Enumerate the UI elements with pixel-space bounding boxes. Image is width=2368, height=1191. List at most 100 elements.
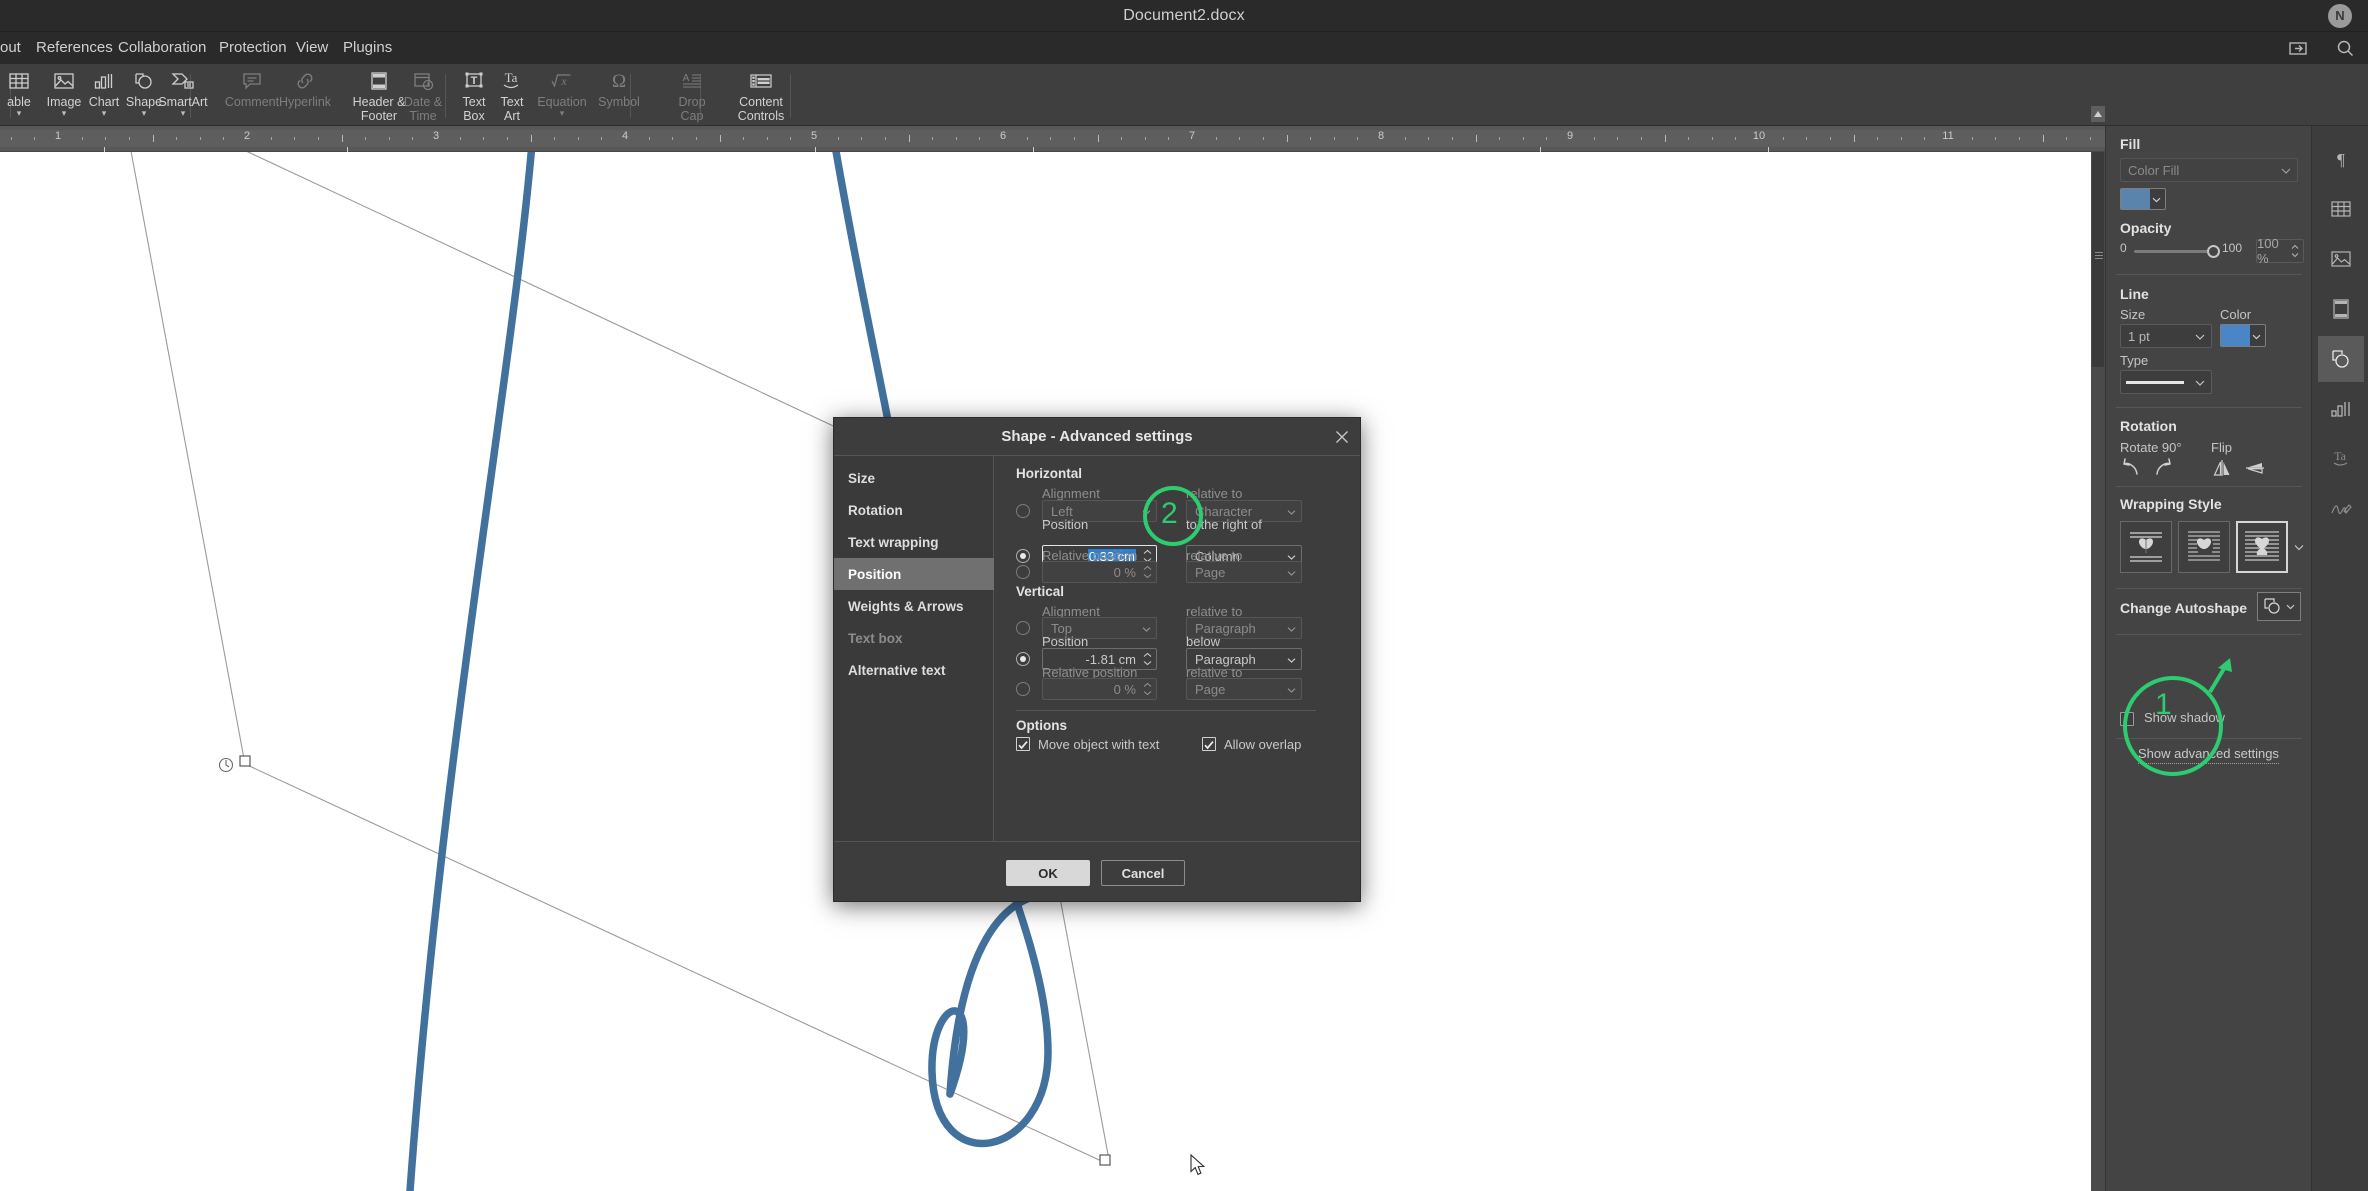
ruler-tick — [554, 137, 555, 140]
open-file-location-icon[interactable] — [2286, 36, 2312, 60]
ruler-tick — [909, 135, 910, 142]
ruler-tick — [578, 137, 579, 140]
horizontal-alignment-radio[interactable] — [1016, 504, 1030, 518]
close-icon[interactable] — [1334, 429, 1350, 445]
flip-label: Flip — [2211, 440, 2232, 455]
wrap-tight-option[interactable] — [2236, 521, 2288, 573]
opacity-max-label: 100 — [2222, 241, 2243, 255]
line-size-select[interactable]: 1 pt — [2120, 324, 2212, 348]
flip-vertical-icon[interactable] — [2244, 458, 2266, 483]
rotate-clockwise-icon[interactable] — [2152, 458, 2174, 483]
spinner-arrows-icon[interactable] — [1143, 652, 1152, 666]
shape-advanced-settings-dialog[interactable]: Shape - Advanced settings Size Rotation … — [833, 417, 1361, 902]
chevron-down-icon — [1287, 652, 1296, 667]
ribbon-button-smartart[interactable]: SmartArt ▾ — [146, 67, 220, 125]
rail-button-table-settings[interactable] — [2318, 186, 2364, 232]
ruler-tick — [1735, 137, 1736, 140]
spinner-arrows-icon[interactable] — [1143, 682, 1152, 696]
vertical-relative-position-relative-select[interactable]: Page — [1186, 678, 1302, 700]
nav-item-size[interactable]: Size — [834, 462, 994, 494]
scrollbar-thumb[interactable] — [2092, 152, 2104, 367]
text-art-settings-icon: Ta — [2333, 449, 2348, 466]
svg-text:x: x — [560, 74, 567, 88]
move-object-with-text-checkbox[interactable] — [1016, 737, 1030, 751]
horizontal-relative-position-relative-select[interactable]: Page — [1186, 561, 1302, 583]
drop-cap-icon: A — [680, 68, 704, 94]
chevron-down-icon — [2252, 327, 2261, 345]
ruler-tick — [1688, 137, 1689, 140]
rail-button-text-art-settings[interactable]: Ta — [2318, 436, 2364, 482]
rail-button-header-footer-settings[interactable] — [2318, 286, 2364, 332]
horizontal-alignment-relative-label: relative to — [1186, 486, 1243, 501]
search-icon[interactable] — [2332, 36, 2358, 60]
opacity-slider-knob[interactable] — [2207, 245, 2220, 258]
vertical-scrollbar[interactable] — [2091, 152, 2105, 1191]
rotate-counterclockwise-icon[interactable] — [2120, 458, 2142, 483]
vertical-relative-position-field[interactable]: 0 % — [1042, 678, 1157, 700]
wrapping-more-button[interactable] — [2292, 521, 2306, 573]
ruler-tick — [1168, 137, 1169, 140]
ruler-tick — [1334, 137, 1335, 140]
rail-button-image-settings[interactable] — [2318, 236, 2364, 282]
cancel-button[interactable]: Cancel — [1101, 860, 1185, 886]
panel-divider — [2116, 274, 2302, 275]
opacity-value-input[interactable]: 100 % — [2256, 236, 2304, 266]
horizontal-position-relative-label: to the right of — [1186, 517, 1262, 532]
nav-item-position[interactable]: Position — [834, 558, 994, 590]
ruler-tick — [2066, 137, 2067, 140]
horizontal-ruler[interactable]: 1 2 3 4 5 6 7 8 9 10 11 — [0, 106, 2105, 152]
rail-button-chart-settings[interactable] — [2318, 386, 2364, 432]
vertical-relative-position-radio[interactable] — [1016, 682, 1030, 696]
opacity-slider-track[interactable] — [2134, 250, 2214, 253]
flip-horizontal-icon[interactable] — [2212, 458, 2234, 483]
horizontal-relative-position-radio[interactable] — [1016, 565, 1030, 579]
ruler-tick — [1145, 137, 1146, 140]
ok-button[interactable]: OK — [1006, 860, 1090, 886]
fill-color-swatch-button[interactable] — [2120, 188, 2166, 210]
spinner-arrows-icon[interactable] — [2291, 244, 2299, 258]
allow-overlap-checkbox[interactable] — [1202, 737, 1216, 751]
ribbon-button-content-controls[interactable]: Content Controls — [718, 67, 804, 125]
ruler-tick — [1405, 137, 1406, 140]
symbol-icon: Ω — [607, 68, 631, 94]
rail-button-shape-settings[interactable] — [2318, 336, 2364, 382]
change-autoshape-button[interactable] — [2257, 592, 2301, 621]
menu-item-view[interactable]: View — [296, 39, 328, 56]
show-shadow-checkbox[interactable] — [2120, 712, 2134, 726]
menu-item-protection[interactable]: Protection — [219, 39, 287, 56]
rail-button-paragraph-settings[interactable]: ¶ — [2318, 136, 2364, 182]
nav-item-rotation[interactable]: Rotation — [834, 494, 994, 526]
line-color-swatch-button[interactable] — [2220, 324, 2266, 347]
autoshape-icon — [2264, 598, 2280, 614]
dialog-title: Shape - Advanced settings — [1001, 428, 1193, 445]
wrap-inline-option[interactable] — [2120, 521, 2172, 573]
scroll-up-button[interactable] — [2091, 106, 2105, 122]
ruler-tick — [1641, 137, 1642, 140]
nav-item-weights-arrows[interactable]: Weights & Arrows — [834, 590, 994, 622]
content-controls-icon — [748, 68, 774, 94]
rail-button-signature-settings[interactable] — [2318, 486, 2364, 532]
fill-type-select[interactable]: Color Fill — [2120, 158, 2298, 182]
horizontal-relative-position-field[interactable]: 0 % — [1042, 561, 1157, 583]
menu-item-references[interactable]: References — [36, 39, 113, 56]
spinner-arrows-icon[interactable] — [1143, 565, 1152, 579]
show-advanced-settings-link[interactable]: Show advanced settings — [2138, 746, 2279, 764]
horizontal-position-radio[interactable] — [1016, 549, 1030, 563]
options-divider — [1016, 710, 1316, 711]
ruler-tick — [696, 137, 697, 140]
ribbon-label: Drop Cap — [678, 95, 706, 123]
menu-item-plugins[interactable]: Plugins — [343, 39, 392, 56]
allow-overlap-label: Allow overlap — [1224, 737, 1302, 752]
menu-item-collaboration[interactable]: Collaboration — [118, 39, 206, 56]
avatar[interactable]: N — [2328, 4, 2352, 28]
vertical-alignment-radio[interactable] — [1016, 621, 1030, 635]
menu-item-layout[interactable]: out — [0, 39, 21, 56]
wrap-square-option[interactable] — [2178, 521, 2230, 573]
nav-item-text-wrapping[interactable]: Text wrapping — [834, 526, 994, 558]
line-type-select[interactable] — [2120, 370, 2212, 394]
ruler-tick — [1027, 137, 1028, 140]
opacity-heading: Opacity — [2120, 220, 2172, 236]
ribbon-label: Symbol — [598, 95, 640, 109]
nav-item-alternative-text[interactable]: Alternative text — [834, 654, 994, 686]
vertical-position-radio[interactable] — [1016, 652, 1030, 666]
